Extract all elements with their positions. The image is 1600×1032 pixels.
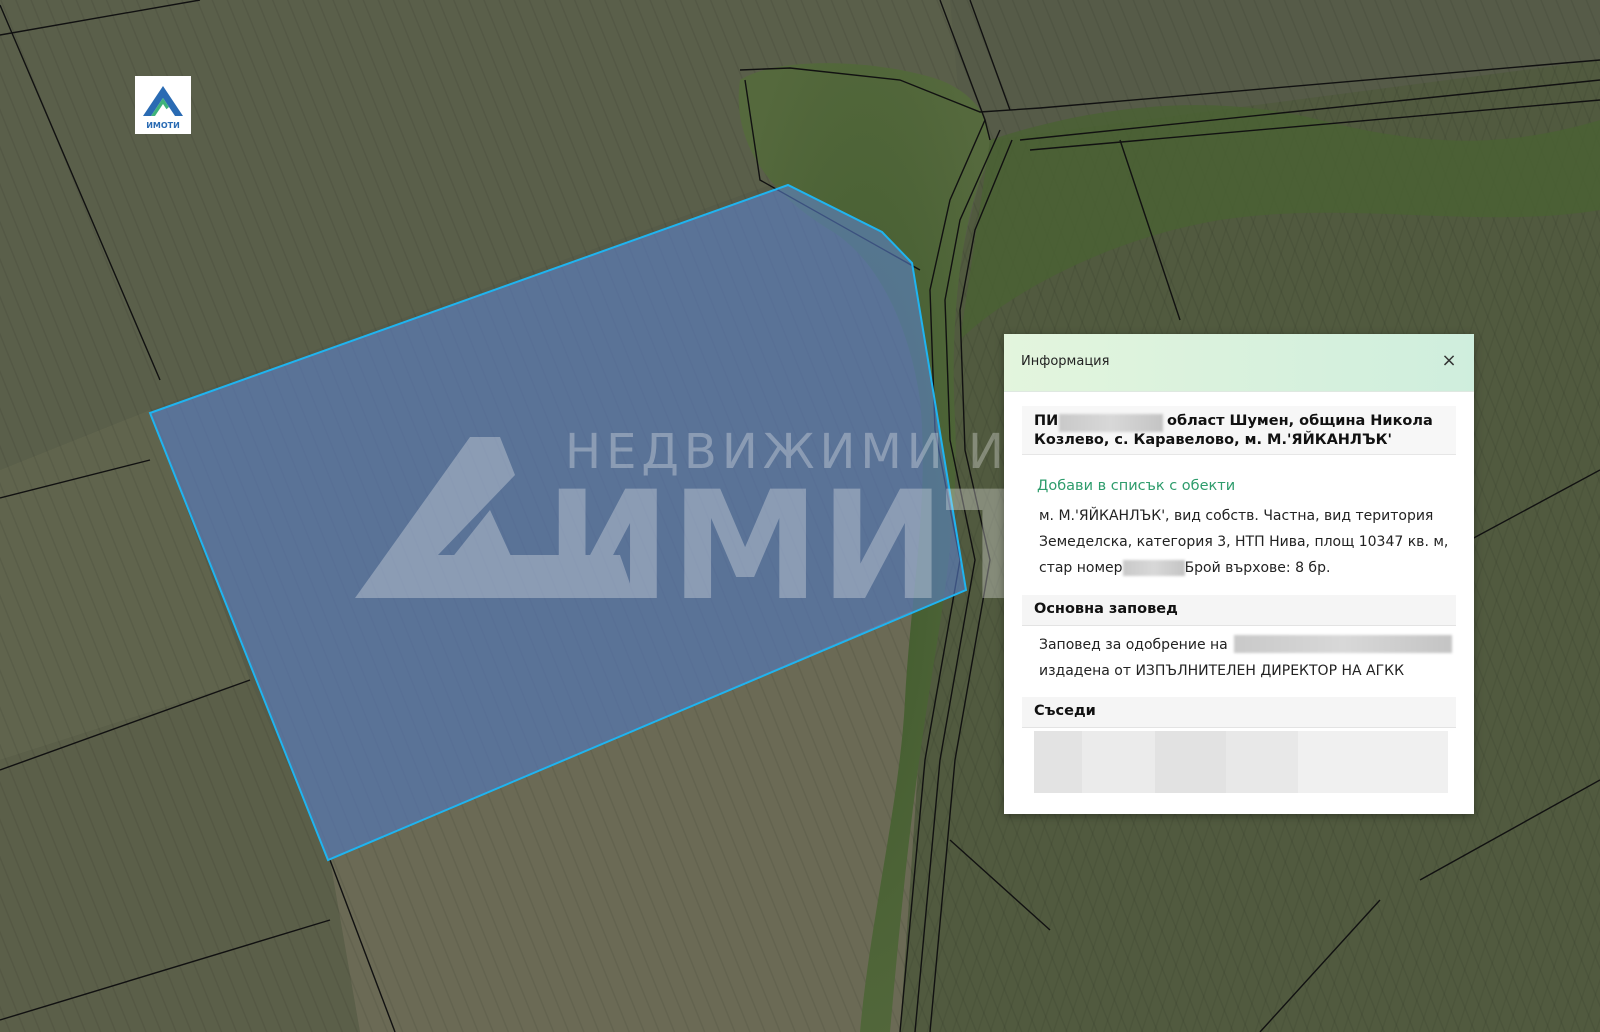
parcel-title-line2: Козлево, с. Каравелово, м. М.'ЯЙКАНЛЪК' (1034, 432, 1392, 448)
order-line1: Заповед за одобрение на (1039, 637, 1228, 653)
neighbors-list-redacted (1034, 731, 1448, 793)
add-to-list-link[interactable]: Добави в списък с обекти (1037, 478, 1235, 494)
order-number-redacted (1234, 635, 1452, 653)
parcel-id-redacted (1059, 414, 1163, 432)
neighbors-section: Съседи (1022, 697, 1456, 728)
parcel-title: ПИ област Шумен, община Никола Козлево, … (1022, 406, 1456, 455)
popup-header: Информация × (1004, 334, 1474, 392)
main-order-heading: Основна заповед (1034, 601, 1178, 617)
close-icon[interactable]: × (1438, 348, 1460, 374)
old-number-label: стар номер (1039, 560, 1123, 576)
popup-title: Информация (1021, 354, 1110, 369)
parcel-description-line1: м. М.'ЯЙКАНЛЪК', вид собств. Частна, вид… (1039, 508, 1434, 524)
info-popup: Информация × ПИ област Шумен, община Ник… (1004, 334, 1474, 814)
order-approval-label: Заповед за одобрение на (1039, 637, 1228, 653)
logo-text: ИМОТИ (146, 121, 180, 130)
neighbors-heading: Съседи (1034, 703, 1096, 719)
a-mountain-logo-icon: ИМОТИ (143, 86, 183, 130)
order-issuer: издадена от ИЗПЪЛНИТЕЛЕН ДИРЕКТОР НА АГК… (1039, 663, 1405, 679)
old-number-redacted (1122, 560, 1185, 576)
parcel-prefix: ПИ (1034, 413, 1059, 429)
parcel-description-line3: стар номер Брой върхове: 8 бр. (1039, 560, 1457, 576)
brand-logo[interactable]: ИМОТИ (135, 76, 191, 134)
parcel-description-line2: Земеделска, категория 3, НТП Нива, площ … (1039, 534, 1449, 550)
parcel-title-line1: област Шумен, община Никола (1167, 413, 1433, 429)
vertex-count: Брой върхове: 8 бр. (1184, 560, 1331, 576)
main-order-section: Основна заповед (1022, 595, 1456, 626)
